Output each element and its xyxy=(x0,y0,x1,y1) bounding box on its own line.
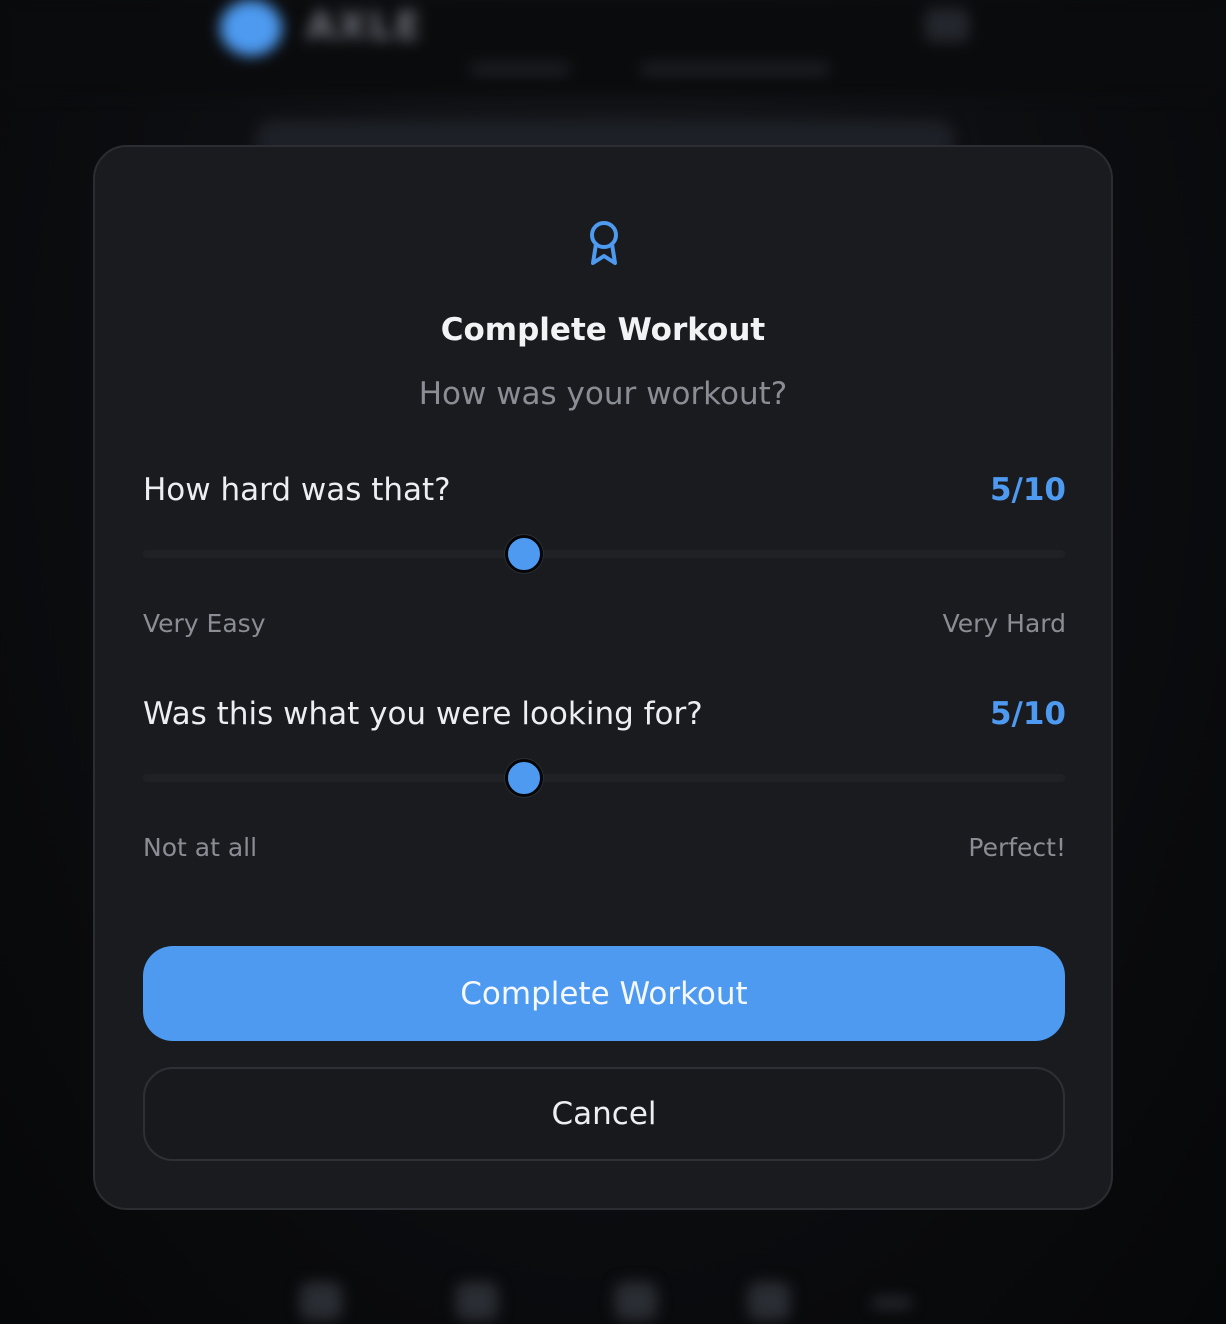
app-brand-name: AXLE xyxy=(306,4,423,48)
difficulty-question-label: How hard was that? xyxy=(143,472,451,508)
workout-tab-icon xyxy=(456,1282,498,1320)
app-header xyxy=(0,0,1226,95)
satisfaction-slider-thumb[interactable] xyxy=(505,759,543,797)
avatar xyxy=(925,8,969,42)
award-icon xyxy=(590,221,618,265)
more-tab-icon xyxy=(872,1298,912,1308)
satisfaction-score: 5/10 xyxy=(989,696,1066,732)
complete-workout-button[interactable]: Complete Workout xyxy=(143,946,1065,1041)
satisfaction-slider-track[interactable] xyxy=(143,774,1065,782)
difficulty-slider-track[interactable] xyxy=(143,550,1065,558)
dialog-title: Complete Workout xyxy=(440,312,766,348)
nav-item xyxy=(640,62,830,76)
app-logo xyxy=(220,0,282,56)
difficulty-score: 5/10 xyxy=(989,472,1066,508)
dialog-subtitle: How was your workout? xyxy=(418,376,788,412)
complete-workout-dialog xyxy=(93,145,1113,1210)
calendar-tab-icon xyxy=(615,1282,657,1320)
trophy-tab-icon xyxy=(748,1282,790,1320)
cancel-button[interactable]: Cancel xyxy=(143,1067,1065,1161)
difficulty-max-label: Very Hard xyxy=(942,609,1066,638)
difficulty-min-label: Very Easy xyxy=(143,609,266,638)
satisfaction-question-label: Was this what you were looking for? xyxy=(143,696,703,732)
nav-item xyxy=(470,62,570,76)
home-tab-icon xyxy=(300,1282,342,1320)
satisfaction-max-label: Perfect! xyxy=(968,833,1066,862)
difficulty-slider-thumb[interactable] xyxy=(505,535,543,573)
satisfaction-min-label: Not at all xyxy=(143,833,258,862)
